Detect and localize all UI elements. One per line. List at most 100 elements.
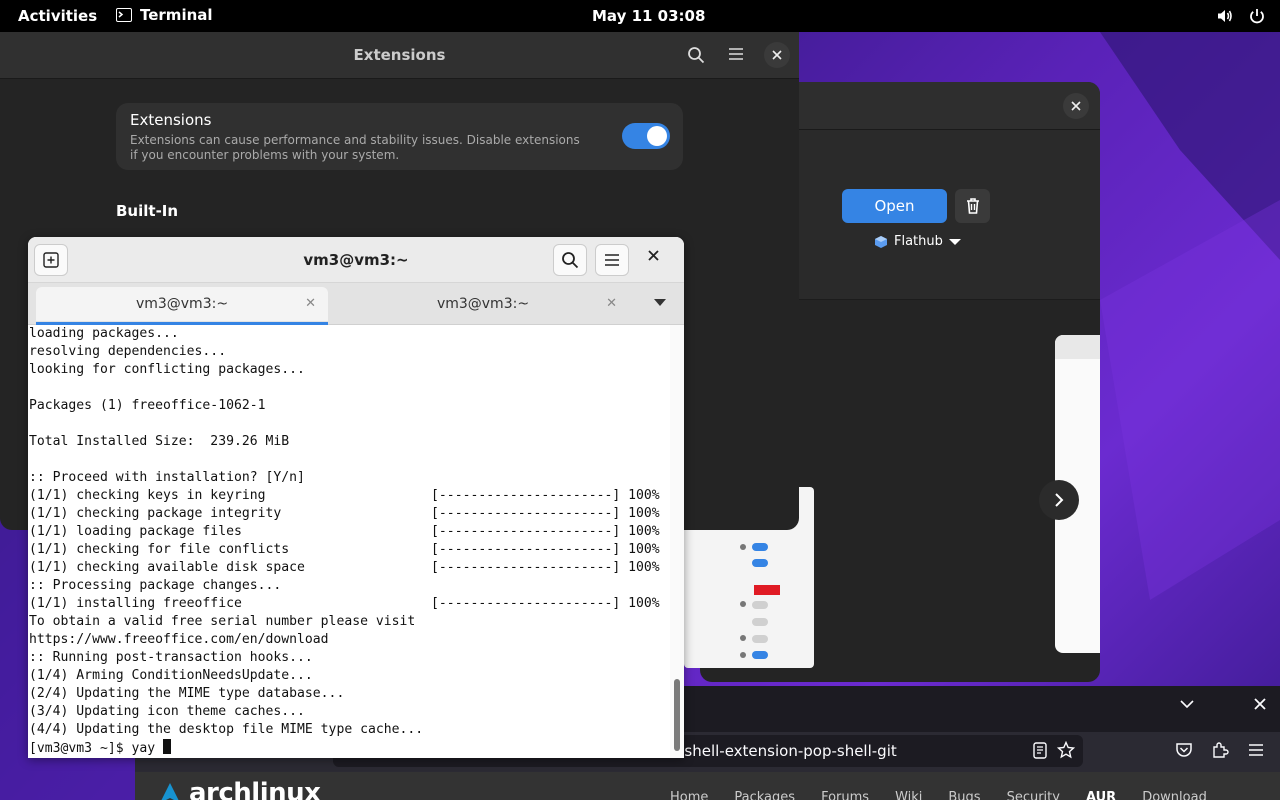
scrollbar-thumb[interactable]	[674, 679, 680, 751]
site-brand: archlinux	[189, 778, 321, 800]
app-menu-label: Terminal	[140, 6, 213, 24]
terminal-tab-bar: vm3@vm3:~ ✕ vm3@vm3:~ ✕	[28, 283, 684, 325]
reader-view-icon[interactable]	[1033, 742, 1047, 759]
terminal-tab-2[interactable]: vm3@vm3:~ ✕	[337, 287, 629, 321]
flathub-icon	[875, 235, 887, 248]
terminal-search-button[interactable]	[553, 244, 587, 276]
terminal-line: (1/1) installing freeoffice [-----------…	[29, 596, 660, 611]
terminal-line: (3/4) Updating icon theme caches...	[29, 704, 305, 719]
chevron-down-icon	[948, 238, 961, 245]
terminal-icon	[116, 8, 132, 22]
tab-label: vm3@vm3:~	[436, 296, 530, 312]
terminal-line: (1/1) checking available disk space [---…	[29, 560, 660, 575]
search-button[interactable]	[687, 46, 705, 64]
browser-close-button[interactable]	[1254, 698, 1266, 710]
uninstall-button[interactable]	[955, 189, 990, 223]
archlinux-logo[interactable]: archlinux	[159, 778, 321, 800]
terminal-line: resolving dependencies...	[29, 344, 227, 359]
nav-item-security[interactable]: Security	[1007, 790, 1060, 800]
system-tray[interactable]	[1216, 7, 1266, 25]
extensions-close-button[interactable]	[764, 42, 790, 68]
extensions-master-switch-row: Extensions Extensions can cause performa…	[116, 103, 683, 170]
hamburger-menu-icon	[605, 254, 619, 266]
software-close-button[interactable]	[1063, 93, 1089, 119]
terminal-line: Total Installed Size: 239.26 MiB	[29, 434, 290, 449]
terminal-tab-1[interactable]: vm3@vm3:~ ✕	[36, 287, 328, 325]
terminal-window: vm3@vm3:~ vm3@vm3:~ ✕ vm3@vm3:~ ✕ loadin…	[28, 237, 684, 758]
nav-item-forums[interactable]: Forums	[821, 790, 869, 800]
nav-item-home[interactable]: Home	[670, 790, 708, 800]
terminal-line: (1/1) checking keys in keyring [--------…	[29, 488, 660, 503]
terminal-output[interactable]: loading packages... resolving dependencie…	[28, 325, 670, 758]
terminal-line: (1/4) Arming ConditionNeedsUpdate...	[29, 668, 313, 683]
clock[interactable]: May 11 03:08	[592, 7, 705, 25]
nav-item-aur[interactable]: AUR	[1086, 790, 1116, 800]
extensions-row-title: Extensions	[130, 111, 212, 129]
close-icon	[772, 50, 782, 60]
tab-overflow-dropdown[interactable]	[654, 299, 666, 306]
volume-icon[interactable]	[1216, 7, 1234, 25]
close-icon	[1254, 698, 1266, 710]
hamburger-menu-icon	[729, 48, 743, 60]
extensions-toggle[interactable]	[622, 123, 670, 149]
terminal-line: :: Running post-transaction hooks...	[29, 650, 313, 665]
terminal-line: :: Processing package changes...	[29, 578, 282, 593]
app-menu-terminal[interactable]: Terminal	[116, 6, 213, 24]
text-cursor	[163, 739, 172, 754]
terminal-line: To obtain a valid free serial number ple…	[29, 614, 416, 629]
extensions-title: Extensions	[353, 46, 446, 64]
terminal-line: (1/1) checking package integrity [------…	[29, 506, 660, 521]
terminal-line: (4/4) Updating the desktop file MIME typ…	[29, 722, 424, 737]
nav-item-download[interactable]: Download	[1142, 790, 1207, 800]
terminal-line: (1/1) loading package files [-----------…	[29, 524, 660, 539]
trash-icon	[966, 198, 979, 214]
chevron-down-icon	[1180, 700, 1194, 709]
terminal-line: (2/4) Updating the MIME type database...	[29, 686, 345, 701]
source-label: Flathub	[894, 234, 943, 249]
extensions-puzzle-icon[interactable]	[1211, 741, 1229, 759]
arch-logo-icon	[161, 783, 179, 800]
activities-button[interactable]: Activities	[18, 7, 97, 25]
chevron-right-icon	[1055, 493, 1064, 507]
terminal-prompt: [vm3@vm3 ~]$ yay	[29, 739, 670, 757]
terminal-line: (1/1) checking for file conflicts [-----…	[29, 542, 660, 557]
close-icon	[1071, 101, 1081, 111]
power-icon[interactable]	[1248, 7, 1266, 25]
site-navigation: Home Packages Forums Wiki Bugs Security …	[670, 790, 1207, 800]
close-tab-icon[interactable]: ✕	[305, 296, 316, 311]
nav-item-wiki[interactable]: Wiki	[895, 790, 922, 800]
terminal-scrollbar[interactable]	[670, 325, 684, 758]
list-all-tabs-button[interactable]	[1180, 699, 1194, 709]
extensions-row-description: Extensions can cause performance and sta…	[130, 133, 580, 162]
terminal-line: :: Proceed with installation? [Y/n]	[29, 470, 305, 485]
tab-label: vm3@vm3:~	[135, 296, 229, 312]
nav-item-packages[interactable]: Packages	[734, 790, 795, 800]
close-icon	[648, 250, 659, 261]
next-screenshot-button[interactable]	[1039, 480, 1079, 520]
bookmark-star-icon[interactable]	[1057, 741, 1075, 759]
terminal-line: Packages (1) freeoffice-1062-1	[29, 398, 266, 413]
terminal-line: https://www.freeoffice.com/en/download	[29, 632, 329, 647]
mini-remove-badge	[754, 585, 780, 595]
terminal-header: vm3@vm3:~	[28, 237, 684, 283]
close-tab-icon[interactable]: ✕	[606, 296, 617, 311]
source-dropdown[interactable]: Flathub	[874, 234, 961, 249]
open-button[interactable]: Open	[842, 189, 947, 223]
terminal-line: looking for conflicting packages...	[29, 362, 305, 377]
url-text: -shell-extension-pop-shell-git	[679, 742, 897, 760]
nav-item-bugs[interactable]: Bugs	[948, 790, 980, 800]
hamburger-menu-icon[interactable]	[1248, 743, 1264, 757]
prompt-text: [vm3@vm3 ~]$ yay	[29, 741, 164, 756]
terminal-line: loading packages...	[29, 326, 179, 341]
search-icon	[562, 252, 579, 269]
top-bar: Activities Terminal May 11 03:08	[0, 0, 1280, 32]
terminal-menu-button[interactable]	[595, 244, 629, 276]
search-icon	[688, 47, 705, 64]
terminal-close-button[interactable]	[648, 250, 659, 261]
extensions-header: Extensions	[0, 32, 799, 79]
pocket-icon[interactable]	[1175, 742, 1193, 758]
main-menu-button[interactable]	[728, 47, 744, 61]
